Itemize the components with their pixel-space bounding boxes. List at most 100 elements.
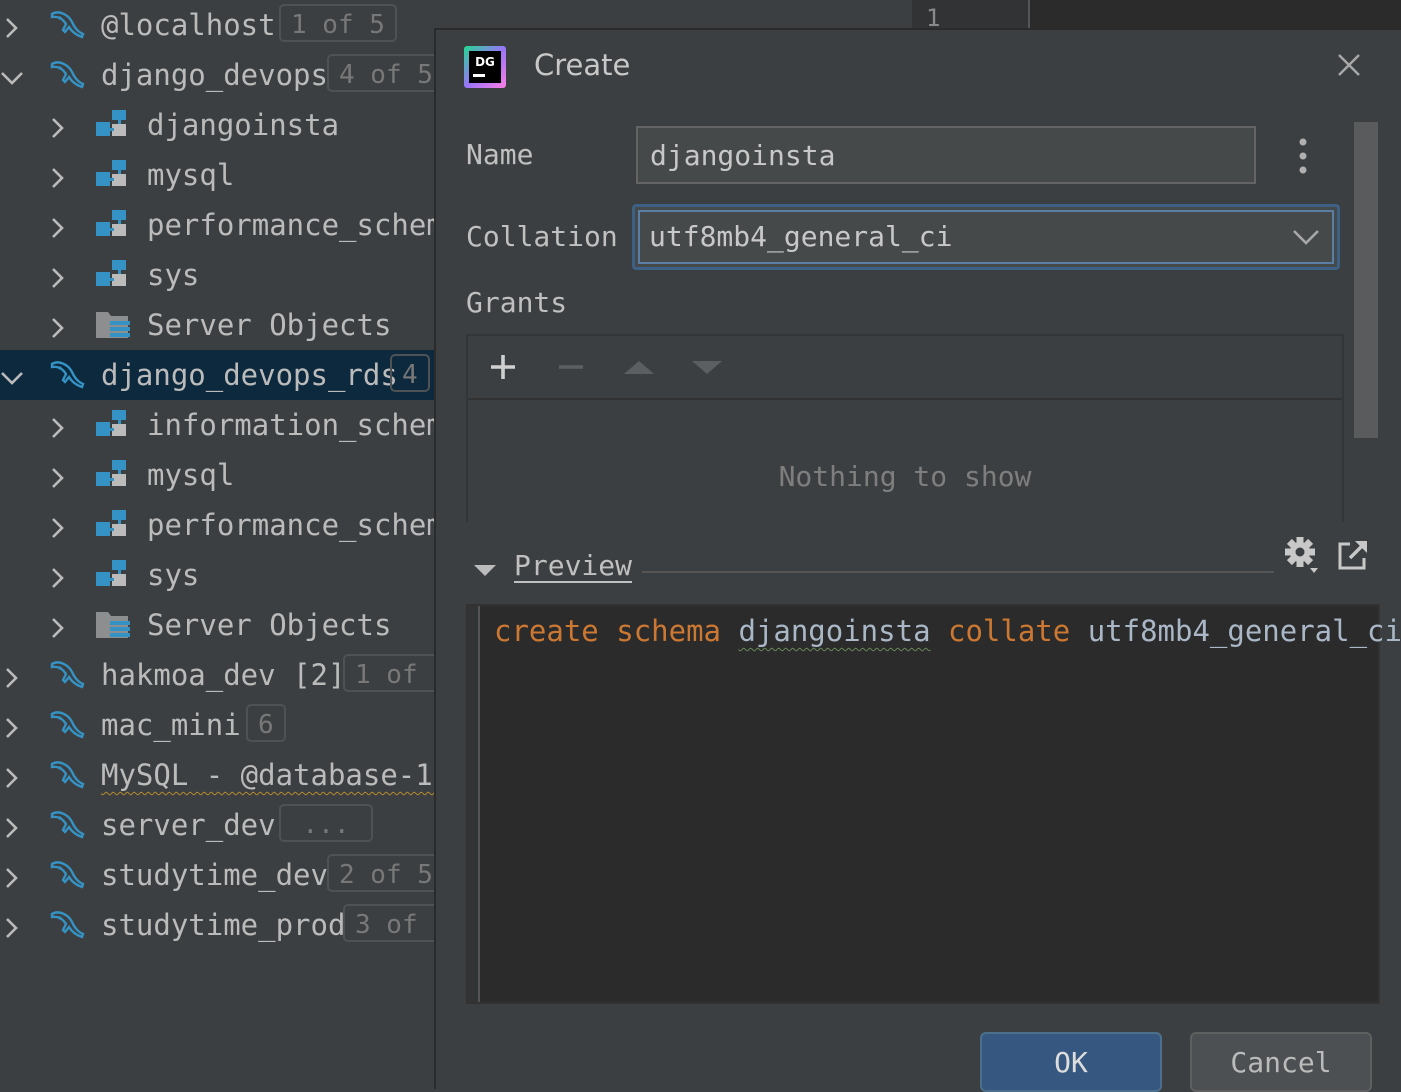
tree-row-badge: 1 of 5 xyxy=(279,4,397,42)
tree-row[interactable]: hakmoa_dev [2]1 of 5 xyxy=(0,650,434,700)
collapse-triangle-icon[interactable] xyxy=(472,560,498,580)
mysql-datasource-icon xyxy=(48,808,88,842)
name-label: Name xyxy=(466,138,534,171)
grants-table: Nothing to show xyxy=(466,334,1344,522)
tree-row[interactable]: MySQL - @database-1.c xyxy=(0,750,434,800)
tree-row-badge: 3 of 6 xyxy=(343,904,434,942)
scrollbar-thumb[interactable] xyxy=(1354,122,1378,438)
tree-row-label: studytime_dev xyxy=(101,858,328,892)
tree-row-badge: ... xyxy=(279,804,373,842)
tree-row-label: djangoinsta xyxy=(147,108,340,142)
tree-row[interactable]: sys xyxy=(0,250,434,300)
tree-row[interactable]: studytime_dev 2 of 5 xyxy=(0,850,434,900)
chevron-right-icon[interactable] xyxy=(46,313,70,338)
chevron-right-icon[interactable] xyxy=(0,813,24,838)
chevron-right-icon[interactable] xyxy=(46,513,70,538)
tree-row-badge: 4 of 5 xyxy=(327,54,434,92)
tree-row-label: studytime_prod xyxy=(101,908,346,942)
tree-row[interactable]: sys xyxy=(0,550,434,600)
tree-row-badge: 4 xyxy=(390,354,430,392)
tree-row[interactable]: django_devops_rds 4 xyxy=(0,350,434,400)
tree-row-label: sys xyxy=(147,558,200,592)
tree-row[interactable]: performance_schema xyxy=(0,200,434,250)
chevron-right-icon[interactable] xyxy=(46,613,70,638)
tree-row-badge: 6 xyxy=(246,704,286,742)
sql-collation: utf8mb4_general_ci xyxy=(1087,614,1401,648)
database-explorer-tree: @localhost 1 of 5 django_devops 4 of 5 djang… xyxy=(0,0,434,1089)
mysql-datasource-icon xyxy=(48,658,88,692)
chevron-right-icon[interactable] xyxy=(46,113,70,138)
tree-row-badge: 1 of 5 xyxy=(343,654,434,692)
datagrip-logo-icon: DG xyxy=(464,46,506,88)
sql-preview-editor[interactable]: create schema djangoinsta collate utf8mb… xyxy=(466,604,1401,1004)
chevron-right-icon[interactable] xyxy=(46,213,70,238)
tree-row[interactable]: studytime_prod3 of 6 xyxy=(0,900,434,950)
move-up-icon[interactable] xyxy=(622,350,656,384)
chevron-down-icon xyxy=(1293,230,1319,245)
schema-icon xyxy=(94,558,134,592)
schema-icon xyxy=(94,158,134,192)
tree-row[interactable]: @localhost 1 of 5 xyxy=(0,0,434,50)
tree-row[interactable]: server_dev... xyxy=(0,800,434,850)
more-options-icon[interactable] xyxy=(1288,134,1318,178)
preview-toggle-label[interactable]: Preview xyxy=(514,548,632,584)
tree-row[interactable]: mysql xyxy=(0,150,434,200)
tree-row-label: mysql xyxy=(147,158,235,192)
tree-row-label: sys xyxy=(147,258,200,292)
cancel-button[interactable]: Cancel xyxy=(1190,1032,1372,1092)
sql-keyword: collate xyxy=(948,614,1071,648)
schema-icon xyxy=(94,458,134,492)
tree-row-badge: 2 of 5 xyxy=(327,854,434,892)
chevron-right-icon[interactable] xyxy=(0,763,24,788)
mysql-datasource-icon xyxy=(48,58,88,92)
tree-row[interactable]: djangoinsta xyxy=(0,100,434,150)
create-schema-dialog: DG Create Name Collation utf8mb4_general… xyxy=(434,28,1401,1092)
ok-button[interactable]: OK xyxy=(980,1032,1162,1092)
chevron-right-icon[interactable] xyxy=(0,863,24,888)
preview-separator xyxy=(642,571,1274,573)
tree-row[interactable]: Server Objects xyxy=(0,600,434,650)
tree-row-label: Server Objects xyxy=(147,608,392,642)
grants-label: Grants xyxy=(466,286,568,319)
name-input[interactable] xyxy=(636,126,1256,184)
open-in-editor-icon[interactable] xyxy=(1336,538,1370,572)
tree-row-label: MySQL - @database-1.c xyxy=(101,758,434,792)
chevron-right-icon[interactable] xyxy=(0,713,24,738)
grants-empty-text: Nothing to show xyxy=(778,460,1032,493)
tree-row-label: mysql xyxy=(147,458,235,492)
collation-value: utf8mb4_general_ci xyxy=(649,220,953,253)
tree-row[interactable]: performance_schema xyxy=(0,500,434,550)
chevron-down-icon[interactable] xyxy=(0,363,24,387)
chevron-right-icon[interactable] xyxy=(0,663,24,688)
tree-row-label: performance_schema xyxy=(147,508,434,542)
chevron-down-icon[interactable] xyxy=(0,63,24,87)
chevron-right-icon[interactable] xyxy=(0,913,24,938)
chevron-right-icon[interactable] xyxy=(46,163,70,188)
chevron-right-icon[interactable] xyxy=(46,563,70,588)
remove-icon[interactable] xyxy=(554,350,588,384)
tree-row[interactable]: information_schema xyxy=(0,400,434,450)
tree-row[interactable]: mysql xyxy=(0,450,434,500)
tree-row-label: hakmoa_dev [2] xyxy=(101,658,346,692)
tree-row[interactable]: Server Objects xyxy=(0,300,434,350)
grants-toolbar xyxy=(468,336,1342,400)
mysql-datasource-icon xyxy=(48,708,88,742)
collation-label: Collation xyxy=(466,220,618,253)
chevron-right-icon[interactable] xyxy=(46,263,70,288)
close-icon[interactable] xyxy=(1334,50,1364,80)
tree-row-label: django_devops_rds xyxy=(101,358,398,392)
tree-row-label: performance_schema xyxy=(147,208,434,242)
chevron-right-icon[interactable] xyxy=(0,13,24,38)
mysql-datasource-icon xyxy=(48,358,88,392)
chevron-right-icon[interactable] xyxy=(46,413,70,438)
tree-row[interactable]: mac_mini 6 xyxy=(0,700,434,750)
chevron-right-icon[interactable] xyxy=(46,463,70,488)
move-down-icon[interactable] xyxy=(690,350,724,384)
gear-icon[interactable] xyxy=(1284,536,1320,576)
tree-row-label: @localhost xyxy=(101,8,276,42)
tree-row[interactable]: django_devops 4 of 5 xyxy=(0,50,434,100)
schema-icon xyxy=(94,108,134,142)
collation-select[interactable]: utf8mb4_general_ci xyxy=(632,204,1340,270)
schema-icon xyxy=(94,258,134,292)
add-icon[interactable] xyxy=(486,350,520,384)
